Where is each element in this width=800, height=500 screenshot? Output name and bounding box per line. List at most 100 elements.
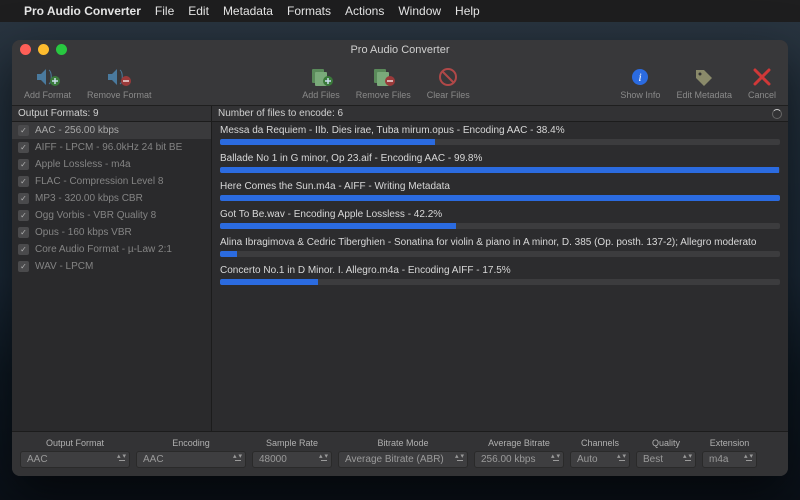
setting-value: 48000 bbox=[259, 454, 287, 465]
progress-fill bbox=[220, 139, 435, 145]
format-checkbox[interactable]: ✓ bbox=[18, 193, 29, 204]
setting-select[interactable]: Auto▴ ▾ bbox=[570, 451, 630, 468]
menu-actions[interactable]: Actions bbox=[345, 4, 384, 18]
format-label: Opus - 160 kbps VBR bbox=[35, 227, 132, 238]
tag-icon bbox=[690, 65, 718, 89]
format-row[interactable]: ✓FLAC - Compression Level 8 bbox=[12, 173, 211, 190]
format-settings-bar: Output Format AAC ▴ ▾ Encoding AAC ▴ ▾ Sample … bbox=[12, 431, 788, 476]
setting-label: Encoding bbox=[136, 438, 246, 448]
window-title: Pro Audio Converter bbox=[350, 44, 449, 56]
menu-edit[interactable]: Edit bbox=[188, 4, 209, 18]
cancel-icon bbox=[748, 65, 776, 89]
menu-file[interactable]: File bbox=[155, 4, 174, 18]
cancel-button[interactable]: Cancel bbox=[742, 63, 782, 102]
setting-value: 256.00 kbps bbox=[481, 454, 536, 465]
edit-metadata-button[interactable]: Edit Metadata bbox=[670, 63, 738, 102]
chevron-updown-icon: ▴ ▾ bbox=[233, 454, 242, 460]
menu-metadata[interactable]: Metadata bbox=[223, 4, 273, 18]
files-count-header: Number of files to encode: 6 bbox=[218, 106, 343, 122]
format-checkbox[interactable]: ✓ bbox=[18, 210, 29, 221]
clear-files-label: Clear Files bbox=[427, 90, 470, 100]
format-row[interactable]: ✓WAV - LPCM bbox=[12, 258, 211, 275]
fullscreen-window-icon[interactable] bbox=[56, 44, 67, 55]
format-checkbox[interactable]: ✓ bbox=[18, 176, 29, 187]
format-checkbox[interactable]: ✓ bbox=[18, 142, 29, 153]
setting-label: Sample Rate bbox=[252, 438, 332, 448]
setting-label: Output Format bbox=[20, 438, 130, 448]
close-window-icon[interactable] bbox=[20, 44, 31, 55]
encode-file-row[interactable]: Concerto No.1 in D Minor. I. Allegro.m4a… bbox=[212, 262, 788, 290]
speaker-plus-icon bbox=[34, 65, 62, 89]
setting-select[interactable]: Average Bitrate (ABR)▴ ▾ bbox=[338, 451, 468, 468]
chevron-updown-icon: ▴ ▾ bbox=[683, 454, 692, 460]
progress-fill bbox=[220, 251, 237, 257]
encode-file-row[interactable]: Messa da Requiem - IIb. Dies irae, Tuba … bbox=[212, 122, 788, 150]
format-checkbox[interactable]: ✓ bbox=[18, 227, 29, 238]
format-row[interactable]: ✓AAC - 256.00 kbps bbox=[12, 122, 211, 139]
format-label: Core Audio Format - µ-Law 2:1 bbox=[35, 244, 172, 255]
show-info-label: Show Info bbox=[620, 90, 660, 100]
format-checkbox[interactable]: ✓ bbox=[18, 244, 29, 255]
speaker-minus-icon bbox=[105, 65, 133, 89]
chevron-updown-icon: ▴ ▾ bbox=[117, 454, 126, 460]
menu-formats[interactable]: Formats bbox=[287, 4, 331, 18]
setting-select[interactable]: AAC ▴ ▾ bbox=[136, 451, 246, 468]
window-titlebar[interactable]: Pro Audio Converter bbox=[12, 40, 788, 60]
progress-fill bbox=[220, 167, 779, 173]
show-info-button[interactable]: i Show Info bbox=[614, 63, 666, 102]
minimize-window-icon[interactable] bbox=[38, 44, 49, 55]
remove-format-button[interactable]: Remove Format bbox=[81, 63, 158, 102]
add-files-button[interactable]: Add Files bbox=[296, 63, 346, 102]
app-menu[interactable]: Pro Audio Converter bbox=[24, 4, 141, 18]
setting-label: Quality bbox=[636, 438, 696, 448]
setting-label: Extension bbox=[702, 438, 757, 448]
progress-bar bbox=[220, 195, 780, 201]
chevron-updown-icon: ▴ ▾ bbox=[319, 454, 328, 460]
setting-select[interactable]: m4a▴ ▾ bbox=[702, 451, 757, 468]
progress-bar bbox=[220, 251, 780, 257]
encode-queue-list[interactable]: Messa da Requiem - IIb. Dies irae, Tuba … bbox=[212, 122, 788, 431]
format-checkbox[interactable]: ✓ bbox=[18, 261, 29, 272]
format-row[interactable]: ✓ Opus - 160 kbps VBR bbox=[12, 224, 211, 241]
encode-file-row[interactable]: Ballade No 1 in G minor, Op 23.aif - Enc… bbox=[212, 150, 788, 178]
clear-files-button[interactable]: Clear Files bbox=[421, 63, 476, 102]
encode-file-row[interactable]: Here Comes the Sun.m4a - AIFF - Writing … bbox=[212, 178, 788, 206]
format-row[interactable]: ✓AIFF - LPCM - 96.0kHz 24 bit BE bbox=[12, 139, 211, 156]
setting-value: Best bbox=[643, 454, 663, 465]
setting-label: Channels bbox=[570, 438, 630, 448]
format-label: Apple Lossless - m4a bbox=[35, 159, 131, 170]
add-format-button[interactable]: Add Format bbox=[18, 63, 77, 102]
setting-select[interactable]: 48000 ▴ ▾ bbox=[252, 451, 332, 468]
progress-bar bbox=[220, 167, 780, 173]
progress-bar bbox=[220, 139, 780, 145]
format-row[interactable]: ✓ Apple Lossless - m4a bbox=[12, 156, 211, 173]
setting-select[interactable]: Best ▴ ▾ bbox=[636, 451, 696, 468]
setting-value: Average Bitrate (ABR) bbox=[345, 454, 444, 465]
progress-bar bbox=[220, 279, 780, 285]
menu-help[interactable]: Help bbox=[455, 4, 480, 18]
macos-menubar: Pro Audio Converter File Edit Metadata F… bbox=[0, 0, 800, 22]
encode-file-row[interactable]: Alina Ibragimova & Cedric Tiberghien - S… bbox=[212, 234, 788, 262]
setting-label: Bitrate Mode bbox=[338, 438, 468, 448]
format-checkbox[interactable]: ✓ bbox=[18, 125, 29, 136]
encode-file-label: Concerto No.1 in D Minor. I. Allegro.m4a… bbox=[220, 265, 780, 276]
format-checkbox[interactable]: ✓ bbox=[18, 159, 29, 170]
setting-value: AAC bbox=[143, 454, 164, 465]
progress-bar bbox=[220, 223, 780, 229]
remove-files-button[interactable]: Remove Files bbox=[350, 63, 417, 102]
setting-select[interactable]: AAC ▴ ▾ bbox=[20, 451, 130, 468]
format-row[interactable]: ✓ Core Audio Format - µ-Law 2:1 bbox=[12, 241, 211, 258]
menu-window[interactable]: Window bbox=[398, 4, 441, 18]
setting-value: AAC bbox=[27, 454, 48, 465]
format-row[interactable]: ✓ Ogg Vorbis - VBR Quality 8 bbox=[12, 207, 211, 224]
format-label: Ogg Vorbis - VBR Quality 8 bbox=[35, 210, 156, 221]
format-row[interactable]: ✓MP3 - 320.00 kbps CBR bbox=[12, 190, 211, 207]
formats-sidebar[interactable]: ✓AAC - 256.00 kbps✓AIFF - LPCM - 96.0kHz… bbox=[12, 122, 212, 431]
svg-text:i: i bbox=[639, 70, 642, 84]
encode-file-row[interactable]: Got To Be.wav - Encoding Apple Lossless … bbox=[212, 206, 788, 234]
encode-file-label: Here Comes the Sun.m4a - AIFF - Writing … bbox=[220, 181, 780, 192]
files-minus-icon bbox=[369, 65, 397, 89]
chevron-updown-icon: ▴ ▾ bbox=[744, 454, 753, 460]
setting-select[interactable]: 256.00 kbps▴ ▾ bbox=[474, 451, 564, 468]
encode-file-label: Alina Ibragimova & Cedric Tiberghien - S… bbox=[220, 237, 780, 248]
